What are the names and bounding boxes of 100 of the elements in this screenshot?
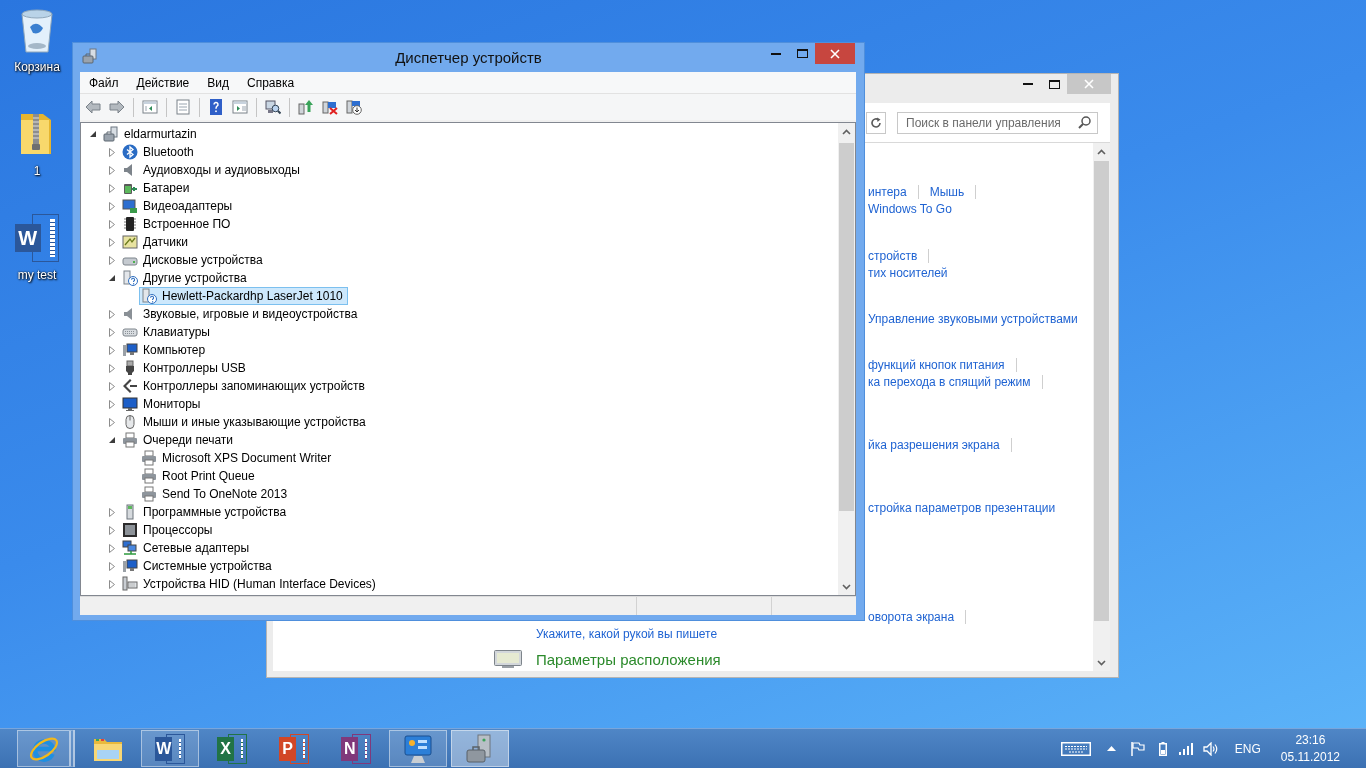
link[interactable]: Windows To Go [868,201,952,216]
tree-item[interactable]: Видеоадаптеры [120,197,238,215]
link[interactable]: тих носителей [868,265,948,280]
link[interactable]: стройств [868,248,918,263]
left-arrow-icon [122,378,138,394]
monitor-panel-icon [402,733,434,764]
tree-item[interactable]: eldarmurtazin [101,125,202,143]
printer-icon [122,432,138,448]
link[interactable]: интера [868,184,907,199]
minimize-icon [771,52,781,55]
spreadsheet-logo: X [217,733,247,764]
network-icon [122,540,138,556]
menu-item[interactable]: Вид [199,72,237,93]
menu-item[interactable]: Действие [128,72,198,93]
clock-button[interactable]: 23:16 05.11.2012 [1271,731,1349,766]
notebook-logo: N [341,733,371,764]
taskbar-button[interactable]: W [141,730,199,767]
tree-item[interactable]: Дисковые устройства [120,251,268,269]
search-icon [1078,116,1091,129]
close-icon [830,48,840,59]
link[interactable]: йка разрешения экрана [868,437,1000,452]
help-icon [208,99,224,115]
expander-icon[interactable] [109,275,115,281]
scrollbar[interactable] [1093,143,1110,671]
document-logo: W [155,733,185,764]
tree-item[interactable]: Контроллеры USB [120,359,251,377]
link[interactable]: Мышь [929,184,965,199]
scrollbar-thumb[interactable] [839,143,854,511]
hid-device-icon [122,576,138,592]
tree-item[interactable]: Звуковые, игровые и видеоустройства [120,305,363,323]
tree-item[interactable]: Программные устройства [120,503,292,521]
desktop-computer-icon [122,558,138,574]
monitor-magnifier-icon [265,99,281,115]
scrollbar-thumb[interactable] [1094,161,1109,621]
expander-icon[interactable] [90,131,96,137]
desktop-icon-label[interactable]: my test [17,268,57,282]
refresh-button[interactable] [866,111,886,134]
taskbar-button[interactable] [17,730,75,767]
keyboard-icon [1060,741,1091,756]
tree-item[interactable]: Сетевые адаптеры [120,539,255,557]
link[interactable]: функций кнопок питания [868,357,1005,372]
caret-up-icon [1106,746,1116,751]
tree-item[interactable]: Аудиовходы и аудиовыходы [120,161,305,179]
tree-item[interactable]: Клавиатуры [120,323,215,341]
link[interactable]: Укажите, какой рукой вы пишете [536,626,718,641]
tree-item[interactable]: Устройства HID (Human Interface Devices) [120,575,381,593]
chevron-up-icon [842,128,851,135]
taskbar-button[interactable]: P [265,730,323,767]
desktop-icon-label[interactable]: Корзина [14,60,60,74]
tree-item[interactable]: Системные устройства [120,557,277,575]
tree-item[interactable]: Компьютер [120,341,211,359]
mouse-icon [122,414,138,430]
taskbar-button[interactable] [389,730,447,767]
volume-icon [1202,741,1219,756]
link[interactable]: ка перехода в спящий режим [868,374,1031,389]
chevron-down-icon [1097,659,1106,666]
slides-logo: P [279,733,309,764]
device-arrow-icon [346,99,362,115]
tree-item[interactable]: Мыши и иные указывающие устройства [120,413,371,431]
chevron-up-icon [1097,148,1106,155]
language-indicator[interactable]: ENG [1223,733,1272,764]
maximize-icon [796,49,808,58]
link[interactable]: Управление звуковыми устройствами [868,311,1078,326]
tree-item[interactable]: Hewlett-Packardhp LaserJet 1010 [139,287,348,305]
link[interactable]: стройка параметров презентации [868,500,1056,515]
signal-icon [1178,742,1193,755]
tree-item[interactable]: Батареи [120,179,195,197]
desktop-icon-label[interactable]: 1 [33,164,41,178]
menu-item[interactable]: Файл [81,72,127,93]
scrollbar[interactable] [838,123,855,595]
monitor-icon [122,396,138,412]
menu-item[interactable]: Справка [239,72,303,93]
bluetooth-icon [122,144,138,160]
link[interactable]: оворота экрана [868,609,955,624]
computer-toolbox-icon [82,48,98,64]
search-field[interactable]: Поиск в панели управления [897,111,1098,134]
expander-icon[interactable] [109,437,115,443]
tree-item[interactable]: Microsoft XPS Document Writer [139,449,337,467]
minimize-icon [1023,83,1033,85]
taskbar-button[interactable] [451,730,509,767]
tree-item[interactable]: Bluetooth [120,143,199,161]
forward-arrow-icon [109,99,125,115]
tree-item[interactable]: Мониторы [120,395,206,413]
tree-item[interactable]: Процессоры [120,521,218,539]
page-lines-icon [175,99,191,115]
printer-icon [141,468,157,484]
tree-item[interactable]: Контроллеры запоминающих устройств [120,377,370,395]
tree-item[interactable]: Root Print Queue [139,467,260,485]
tree-item[interactable]: Датчики [120,233,193,251]
unknown-device-icon [141,288,157,304]
taskbar-button[interactable]: N [327,730,385,767]
category-link[interactable]: Параметры расположения [536,650,721,668]
flag-icon [1130,741,1145,756]
device-up-arrow-icon [298,99,314,115]
tree-item[interactable]: Встроенное ПО [120,215,236,233]
tree-item[interactable]: Другие устройства [120,269,252,287]
tree-item[interactable]: Send To OneNote 2013 [139,485,293,503]
device-cross-icon [322,99,338,115]
taskbar-button[interactable]: X [203,730,261,767]
tree-item[interactable]: Очереди печати [120,431,239,449]
